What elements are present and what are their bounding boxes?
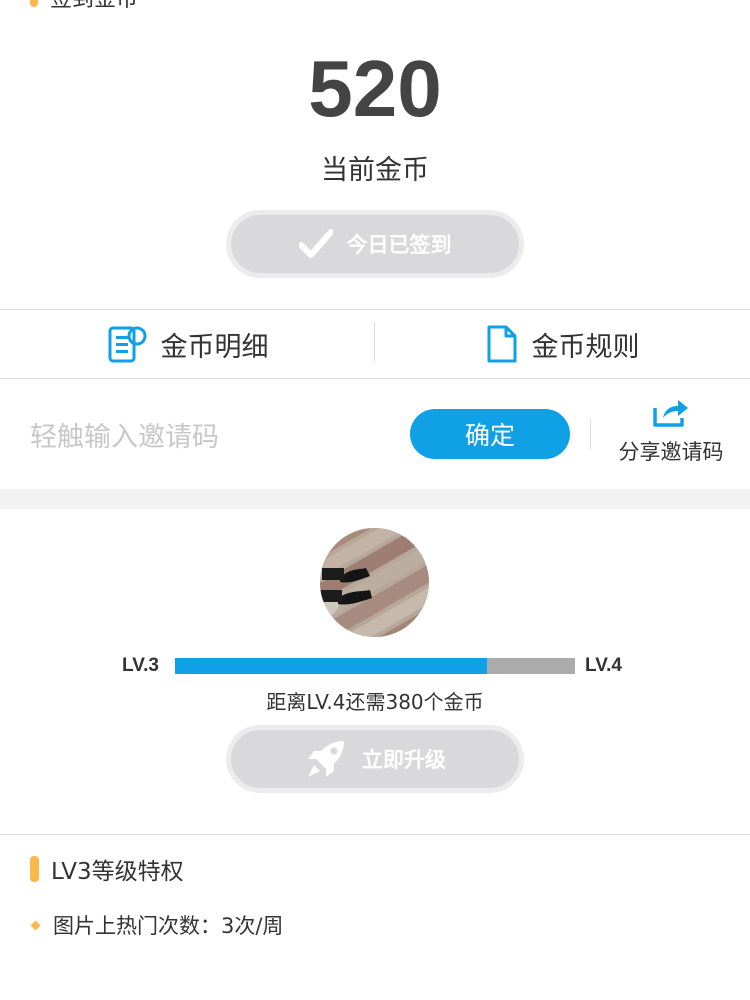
checkin-button[interactable]: 今日已签到: [226, 210, 524, 278]
level-progress-fill: [175, 658, 487, 674]
coin-rules-link[interactable]: 金币规则: [375, 310, 750, 378]
divider: [0, 834, 750, 835]
coin-detail-label: 金币明细: [160, 331, 269, 363]
level-distance-text: 距离LV.4还需380个金币: [266, 690, 484, 714]
divider: [0, 378, 750, 379]
upgrade-label: 立即升级: [362, 748, 446, 772]
section-marker: [30, 0, 38, 7]
privilege-item: 图片上热门次数：3次/周: [30, 910, 283, 940]
coin-amount: 520: [308, 44, 442, 133]
coin-links: 金币明细 金币规则: [0, 310, 750, 378]
link-separator: [374, 322, 375, 362]
privilege-marker: [30, 856, 39, 882]
privilege-header: LV3等级特权: [30, 855, 184, 885]
level-progress-bar: [175, 658, 575, 674]
check-icon: [298, 229, 333, 259]
privilege-title: LV3等级特权: [51, 859, 184, 885]
rocket-icon: [304, 737, 348, 781]
avatar[interactable]: [320, 528, 429, 637]
coin-detail-link[interactable]: 金币明细: [0, 310, 375, 378]
share-invite-button[interactable]: 分享邀请码: [604, 396, 738, 466]
document-icon: [486, 324, 518, 364]
checkin-label: 今日已签到: [346, 233, 452, 257]
confirm-button[interactable]: 确定: [410, 409, 570, 459]
next-level: LV.4: [585, 655, 622, 676]
share-icon: [604, 396, 738, 430]
invite-code-input[interactable]: [30, 414, 390, 460]
share-separator: [590, 419, 591, 449]
section-title: 签到金币: [50, 0, 138, 13]
privilege-item-text: 图片上热门次数：3次/周: [53, 914, 284, 938]
current-level: LV.3: [122, 655, 159, 676]
coin-amount-label: 当前金币: [321, 155, 429, 186]
upgrade-button[interactable]: 立即升级: [226, 725, 524, 793]
section-spacer: [0, 489, 750, 509]
coin-detail-icon: [107, 324, 147, 364]
coin-page: 签到金币 520 当前金币 今日已签到 金币明细: [0, 0, 750, 1000]
bullet-icon: [30, 920, 41, 930]
section-header: 签到金币: [30, 0, 138, 12]
coin-rules-label: 金币规则: [531, 331, 640, 363]
share-invite-label: 分享邀请码: [618, 440, 724, 464]
